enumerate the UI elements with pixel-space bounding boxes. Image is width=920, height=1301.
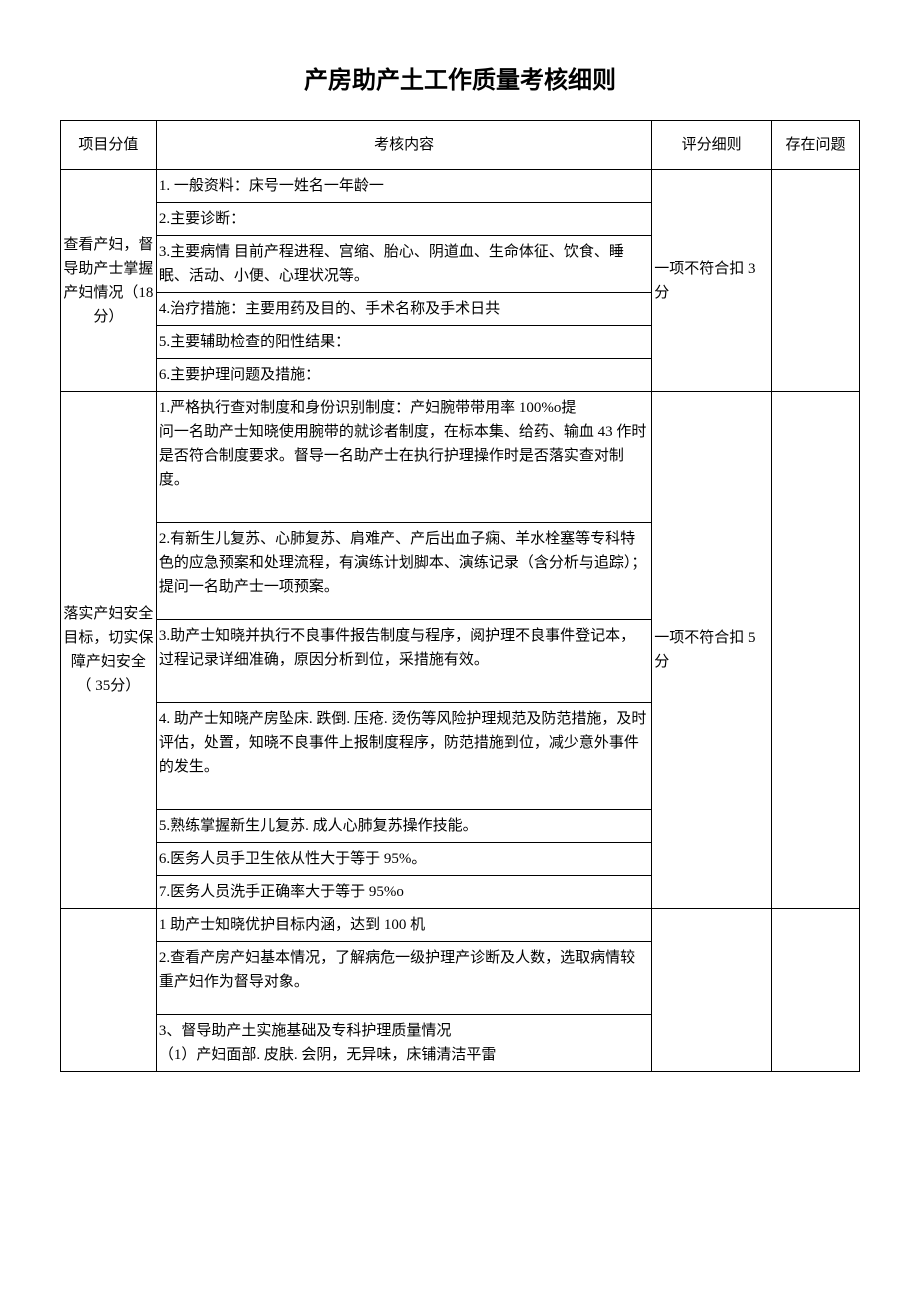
table-row: 查看产妇，督导助产士掌握产妇情况（18 分） 1. 一般资料：床号一姓名一年龄一… [61, 170, 860, 203]
rule-cell-2: 一项不符合扣 5 分 [652, 392, 772, 909]
page-title: 产房助产土工作质量考核细则 [60, 60, 860, 95]
rule-cell-3 [652, 909, 772, 1072]
project-cell-2: 落实产妇安全目标，切实保障产妇安全 （ 35分） [61, 392, 157, 909]
content-cell: 1 助产士知晓优护目标内涵，达到 100 机 [156, 909, 651, 942]
content-cell: 6.主要护理问题及措施： [156, 359, 651, 392]
content-cell: 1. 一般资料：床号一姓名一年龄一 [156, 170, 651, 203]
content-cell: 2.主要诊断： [156, 203, 651, 236]
content-cell: 2.有新生儿复苏、心肺复苏、肩难产、产后出血子痫、羊水栓塞等专科特色的应急预案和… [156, 523, 651, 620]
project-cell-3 [61, 909, 157, 1072]
header-project: 项目分值 [61, 121, 157, 170]
content-cell: 3、督导助产土实施基础及专科护理质量情况 （1）产妇面部. 皮肤. 会阴，无异味… [156, 1015, 651, 1072]
project-cell-1: 查看产妇，督导助产士掌握产妇情况（18 分） [61, 170, 157, 392]
content-cell: 1.严格执行查对制度和身份识别制度：产妇腕带带用率 100%o提 问一名助产士知… [156, 392, 651, 523]
header-rule: 评分细则 [652, 121, 772, 170]
header-content: 考核内容 [156, 121, 651, 170]
table-row: 1 助产士知晓优护目标内涵，达到 100 机 [61, 909, 860, 942]
content-cell: 3.助产士知晓并执行不良事件报告制度与程序，阅护理不良事件登记本，过程记录详细准… [156, 620, 651, 703]
issue-cell-1 [772, 170, 860, 392]
rule-cell-1: 一项不符合扣 3 分 [652, 170, 772, 392]
content-cell: 7.医务人员洗手正确率大于等于 95%o [156, 876, 651, 909]
content-cell: 5.主要辅助检查的阳性结果： [156, 326, 651, 359]
table-row: 落实产妇安全目标，切实保障产妇安全 （ 35分） 1.严格执行查对制度和身份识别… [61, 392, 860, 523]
content-cell: 3.主要病情 目前产程进程、宫缩、胎心、阴道血、生命体征、饮食、睡眠、活动、小便… [156, 236, 651, 293]
content-cell: 4. 助产士知晓产房坠床. 跌倒. 压疮. 烫伤等风险护理规范及防范措施，及时评… [156, 703, 651, 810]
content-cell: 2.查看产房产妇基本情况，了解病危一级护理产诊断及人数，选取病情较重产妇作为督导… [156, 942, 651, 1015]
content-cell: 6.医务人员手卫生依从性大于等于 95%。 [156, 843, 651, 876]
table-header-row: 项目分值 考核内容 评分细则 存在问题 [61, 121, 860, 170]
content-cell: 4.治疗措施：主要用药及目的、手术名称及手术日共 [156, 293, 651, 326]
content-cell: 5.熟练掌握新生儿复苏. 成人心肺复苏操作技能。 [156, 810, 651, 843]
issue-cell-2 [772, 392, 860, 909]
issue-cell-3 [772, 909, 860, 1072]
assessment-table: 项目分值 考核内容 评分细则 存在问题 查看产妇，督导助产士掌握产妇情况（18 … [60, 120, 860, 1072]
header-issue: 存在问题 [772, 121, 860, 170]
